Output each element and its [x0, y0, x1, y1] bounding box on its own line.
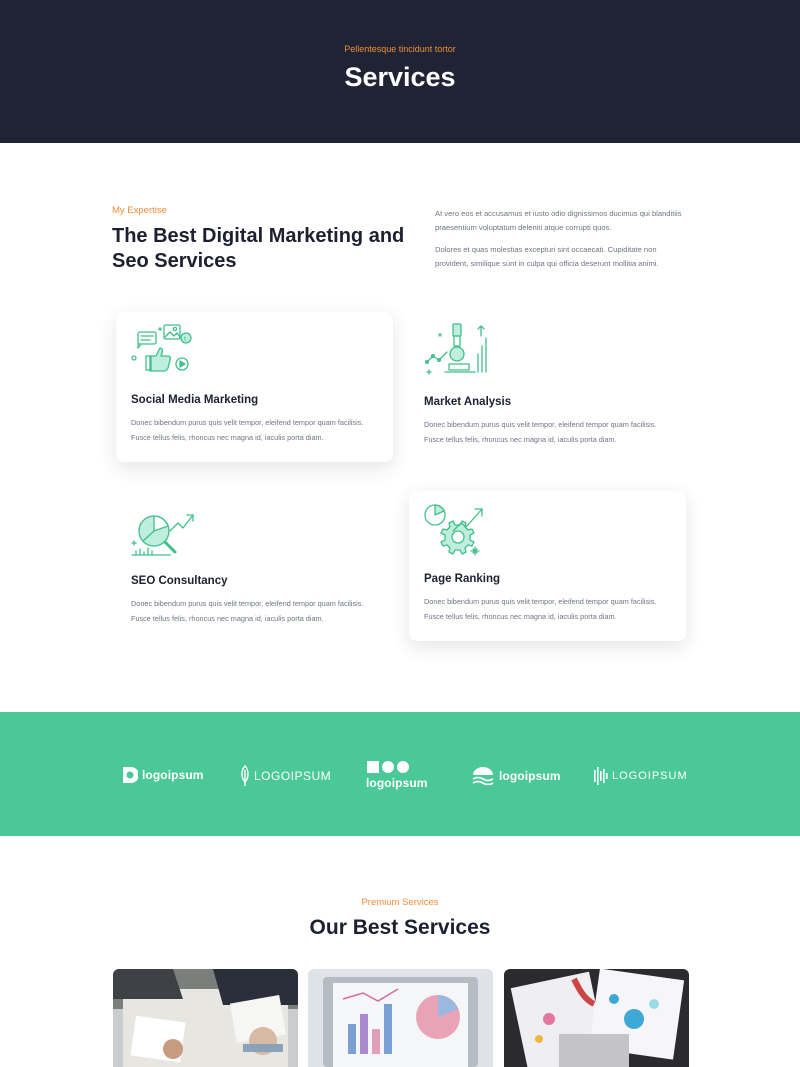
microscope-chart-icon — [424, 323, 487, 375]
planning-photo-image — [504, 969, 689, 1067]
bars-logo-icon — [594, 767, 608, 785]
wave-logo-icon — [472, 767, 494, 785]
service-text: Donec bibendum purus quis velit tempor, … — [424, 597, 657, 621]
service-card-seo-consultancy[interactable]: SEO Consultancy Donec bibendum purus qui… — [116, 493, 393, 643]
service-card-page-ranking[interactable]: Page Ranking Donec bibendum purus quis v… — [409, 491, 686, 641]
service-photo-meeting[interactable] — [113, 969, 298, 1067]
service-card-market-analysis[interactable]: Market Analysis Donec bibendum purus qui… — [409, 312, 686, 462]
client-logo-4[interactable]: logoipsum — [472, 767, 561, 785]
service-text: Donec bibendum purus quis velit tempor, … — [131, 599, 364, 623]
service-card-social-media[interactable]: t Social Media Marketing Donec bibendum … — [116, 312, 393, 462]
gear-growth-icon — [424, 504, 483, 556]
page-hero: Pellentesque tincidunt tortor Services — [0, 0, 800, 143]
client-logo-5[interactable]: LOGOIPSUM — [594, 767, 688, 785]
intro-title: The Best Digital Marketing and Seo Servi… — [112, 225, 405, 272]
premium-title: Our Best Services — [309, 916, 491, 939]
client-logo-2[interactable]: LOGOIPSUM — [240, 765, 331, 787]
service-photo-planning[interactable] — [504, 969, 689, 1067]
service-title: Page Ranking — [424, 573, 501, 585]
intro-eyebrow: My Expertise — [112, 205, 167, 216]
client-logos-band: logoipsum LOGOIPSUM logoipsum logoipsum — [0, 712, 800, 836]
svg-text:t: t — [184, 336, 186, 343]
shapes-logo-icon — [367, 761, 409, 773]
hero-eyebrow: Pellentesque tincidunt tortor — [344, 44, 456, 54]
charts-photo-image — [308, 969, 493, 1067]
intro-paragraph-1: At vero eos et accusamus et iusto odio d… — [435, 209, 682, 232]
service-text: Donec bibendum purus quis velit tempor, … — [424, 420, 657, 444]
intro-paragraph-2: Dolores et quas molestias excepturi sint… — [435, 245, 659, 268]
page-title: Services — [344, 62, 456, 92]
client-logo-3[interactable]: logoipsum — [366, 760, 428, 790]
service-text: Donec bibendum purus quis velit tempor, … — [131, 418, 364, 442]
service-title: Market Analysis — [424, 396, 512, 408]
service-title: Social Media Marketing — [131, 394, 259, 406]
social-media-icon: t — [131, 324, 192, 372]
service-title: SEO Consultancy — [131, 575, 228, 587]
client-logo-1[interactable]: logoipsum — [122, 766, 204, 784]
meeting-photo-image — [113, 969, 298, 1067]
logo-mark-icon — [123, 767, 138, 783]
feather-logo-icon — [241, 765, 249, 786]
magnifier-chart-icon — [131, 514, 194, 556]
premium-eyebrow: Premium Services — [361, 897, 439, 908]
service-photo-charts[interactable] — [308, 969, 493, 1067]
